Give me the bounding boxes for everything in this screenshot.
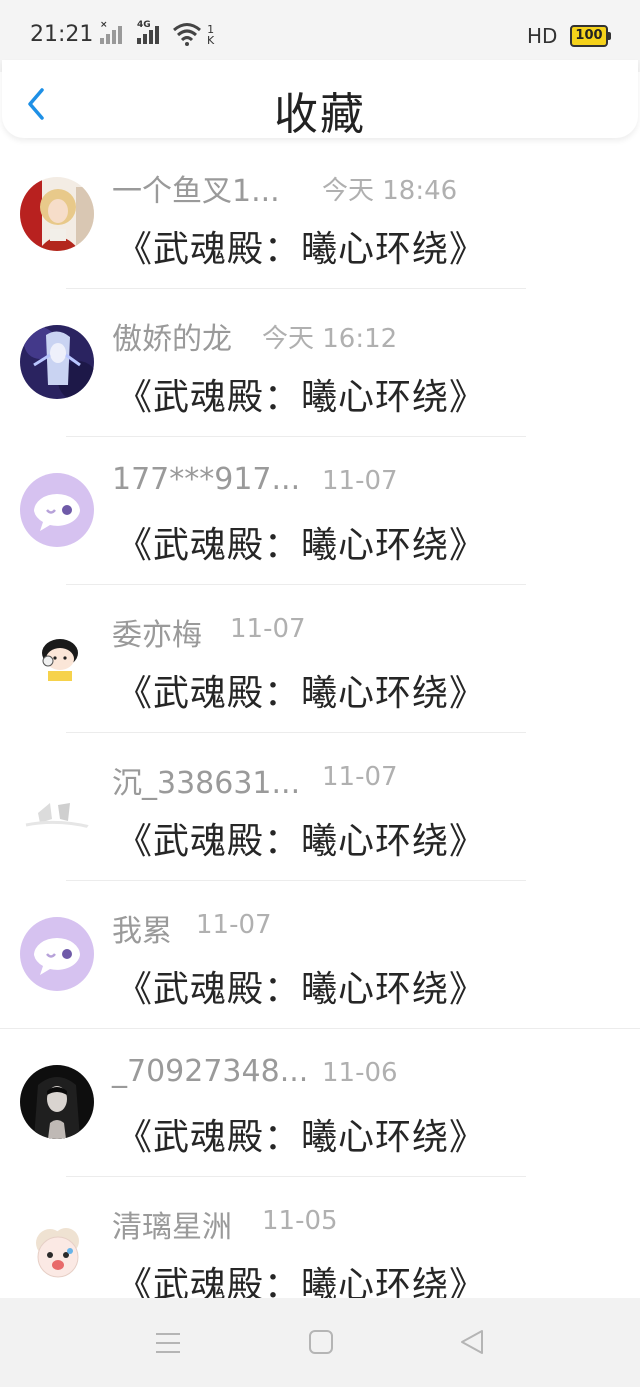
default-avatar[interactable] bbox=[20, 917, 94, 991]
list-item[interactable]: 沉_338631... 11-07 《武魂殿：曦心环绕》 bbox=[0, 740, 640, 888]
username: 傲娇的龙 bbox=[112, 322, 232, 357]
status-time: 21:21 bbox=[30, 22, 94, 47]
timestamp: 11-07 bbox=[322, 762, 398, 792]
hd-voice-indicator: HD bbox=[527, 24, 558, 48]
username: 177***917... bbox=[112, 462, 301, 497]
timestamp: 11-07 bbox=[322, 466, 398, 496]
divider bbox=[0, 1028, 640, 1029]
default-avatar[interactable] bbox=[20, 473, 94, 547]
username: _70927348... bbox=[112, 1054, 309, 1089]
avatar[interactable] bbox=[20, 177, 94, 251]
avatar[interactable] bbox=[20, 325, 94, 399]
signal-strength-icon: × bbox=[100, 20, 122, 44]
battery-indicator: 100 bbox=[570, 25, 611, 47]
username: 清璃星洲 bbox=[112, 1210, 232, 1245]
timestamp: 今天 18:46 bbox=[322, 176, 458, 206]
divider bbox=[66, 436, 526, 437]
book-title: 《武魂殿：曦心环绕》 bbox=[116, 673, 487, 714]
signal-4g-icon: 4G bbox=[137, 20, 159, 44]
username: 我累 bbox=[112, 914, 172, 949]
username: 一个鱼叉1... bbox=[112, 174, 280, 209]
book-title: 《武魂殿：曦心环绕》 bbox=[116, 969, 487, 1010]
book-title: 《武魂殿：曦心环绕》 bbox=[116, 377, 487, 418]
list-item[interactable]: _70927348... 11-06 《武魂殿：曦心环绕》 bbox=[0, 1036, 640, 1184]
timestamp: 11-06 bbox=[322, 1058, 398, 1088]
avatar[interactable] bbox=[20, 621, 94, 695]
home-square-icon[interactable] bbox=[308, 1329, 334, 1355]
list-item[interactable]: 我累 11-07 《武魂殿：曦心环绕》 bbox=[0, 888, 640, 1036]
avatar[interactable] bbox=[20, 1213, 94, 1287]
page-title: 收藏 bbox=[274, 89, 366, 140]
divider bbox=[66, 1176, 526, 1177]
divider bbox=[66, 732, 526, 733]
list-item[interactable]: 177***917... 11-07 《武魂殿：曦心环绕》 bbox=[0, 444, 640, 592]
timestamp: 11-05 bbox=[262, 1206, 338, 1236]
divider bbox=[66, 880, 526, 881]
avatar[interactable] bbox=[20, 769, 94, 843]
username: 沉_338631... bbox=[112, 766, 301, 801]
username: 委亦梅 bbox=[112, 618, 202, 653]
wifi-icon bbox=[173, 23, 201, 46]
timestamp: 今天 16:12 bbox=[262, 324, 398, 354]
book-title: 《武魂殿：曦心环绕》 bbox=[116, 525, 487, 566]
favorites-list: 一个鱼叉1... 今天 18:46 《武魂殿：曦心环绕》 傲娇的龙 今天 16:… bbox=[0, 148, 640, 1332]
avatar[interactable] bbox=[20, 1065, 94, 1139]
book-title: 《武魂殿：曦心环绕》 bbox=[116, 1117, 487, 1158]
divider bbox=[66, 288, 526, 289]
list-item[interactable]: 委亦梅 11-07 《武魂殿：曦心环绕》 bbox=[0, 592, 640, 740]
list-item[interactable]: 一个鱼叉1... 今天 18:46 《武魂殿：曦心环绕》 bbox=[0, 148, 640, 296]
list-item[interactable]: 傲娇的龙 今天 16:12 《武魂殿：曦心环绕》 bbox=[0, 296, 640, 444]
book-title: 《武魂殿：曦心环绕》 bbox=[116, 821, 487, 862]
divider bbox=[66, 584, 526, 585]
book-title: 《武魂殿：曦心环绕》 bbox=[116, 229, 487, 270]
network-speed: 1 K bbox=[207, 23, 215, 47]
menu-icon[interactable] bbox=[154, 1332, 182, 1354]
back-triangle-icon[interactable] bbox=[458, 1328, 486, 1356]
timestamp: 11-07 bbox=[230, 614, 306, 644]
timestamp: 11-07 bbox=[196, 910, 272, 940]
system-nav-bar bbox=[0, 1298, 640, 1387]
page-header: 收藏 bbox=[2, 60, 638, 140]
